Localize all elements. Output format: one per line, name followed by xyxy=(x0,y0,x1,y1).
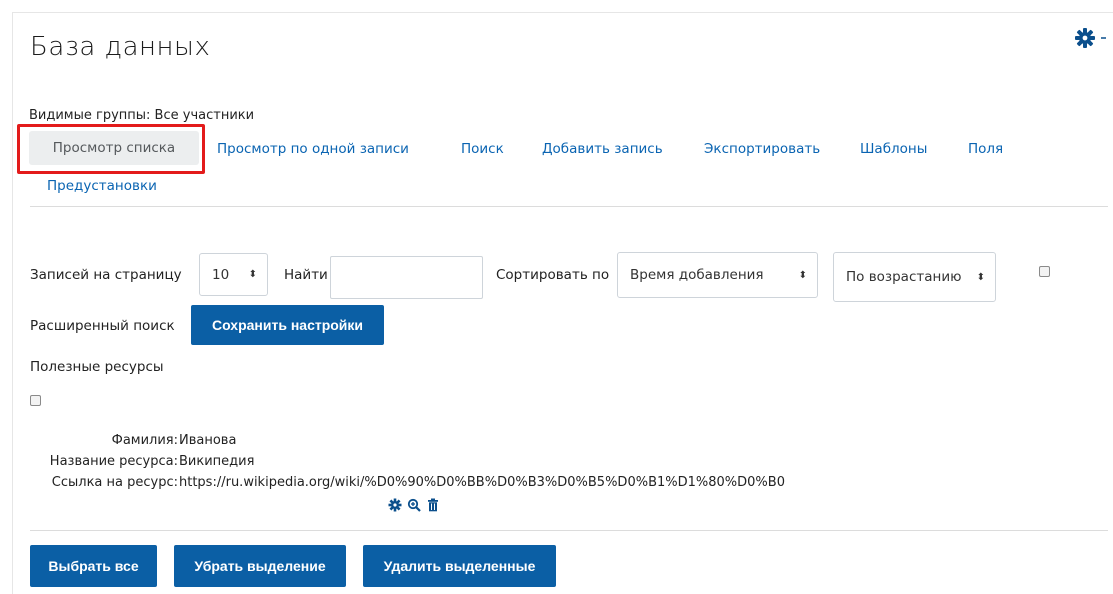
per-page-label: Записей на страницу xyxy=(30,267,182,283)
field-name-link: Ссылка на ресурс: xyxy=(51,475,178,490)
field-name-resource: Название ресурса: xyxy=(49,454,178,469)
field-value-surname: Иванова xyxy=(179,433,237,448)
page-title: База данных xyxy=(30,32,211,62)
delete-selected-button[interactable]: Удалить выделенные xyxy=(363,545,556,587)
tab-search[interactable]: Поиск xyxy=(461,141,504,157)
settings-menu-button[interactable] xyxy=(1075,28,1111,48)
entry-select-checkbox[interactable] xyxy=(30,395,41,406)
select-arrows-icon: ⬍ xyxy=(248,269,257,280)
field-value-link: https://ru.wikipedia.org/wiki/%D0%90%D0%… xyxy=(179,475,785,490)
gear-icon[interactable] xyxy=(388,498,402,512)
tab-export[interactable]: Экспортировать xyxy=(704,141,820,157)
per-page-value: 10 xyxy=(212,266,230,283)
sort-order-value: По возрастанию xyxy=(846,269,962,285)
save-settings-button[interactable]: Сохранить настройки xyxy=(191,305,384,345)
sort-order-select[interactable]: По возрастанию ⬍ xyxy=(833,252,996,302)
trash-icon[interactable] xyxy=(426,498,440,512)
tab-add-entry[interactable]: Добавить запись xyxy=(542,141,663,157)
field-value-resource: Википедия xyxy=(179,454,255,469)
tab-templates[interactable]: Шаблоны xyxy=(860,141,927,157)
deselect-button[interactable]: Убрать выделение xyxy=(174,545,346,587)
gear-icon xyxy=(1075,28,1106,48)
select-arrows-icon: ⬍ xyxy=(798,269,807,281)
per-page-select[interactable]: 10 ⬍ xyxy=(199,253,268,296)
sort-field-select[interactable]: Время добавления ⬍ xyxy=(617,252,818,298)
advanced-search-label: Расширенный поиск xyxy=(30,318,175,334)
select-all-button[interactable]: Выбрать все xyxy=(30,545,157,587)
highlight-box xyxy=(17,124,205,174)
sort-label: Сортировать по xyxy=(496,267,610,283)
find-label: Найти xyxy=(284,267,328,283)
select-arrows-icon: ⬍ xyxy=(976,271,985,283)
zoom-icon[interactable] xyxy=(407,498,421,512)
advanced-search-checkbox[interactable] xyxy=(1039,266,1050,277)
page-container xyxy=(12,12,1113,594)
section-title: Полезные ресурсы xyxy=(30,359,164,375)
find-input[interactable] xyxy=(330,256,483,299)
entry-actions xyxy=(388,498,440,512)
tab-presets[interactable]: Предустановки xyxy=(47,178,157,194)
field-name-surname: Фамилия: xyxy=(111,433,178,448)
visible-groups-text: Видимые группы: Все участники xyxy=(29,108,255,123)
sort-field-value: Время добавления xyxy=(630,267,764,283)
tab-single-view[interactable]: Просмотр по одной записи xyxy=(217,141,409,157)
tab-fields[interactable]: Поля xyxy=(968,141,1003,157)
tabs-divider xyxy=(30,206,1108,207)
entries-divider xyxy=(30,530,1108,531)
